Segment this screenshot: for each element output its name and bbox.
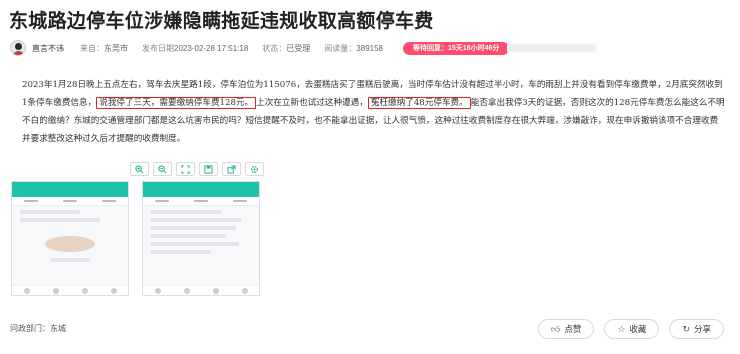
save-icon[interactable] [199,162,218,176]
dept-label: 问政部门： [10,324,50,333]
thumbs-up-icon: 👍︎ [550,323,561,334]
app-tabs [143,197,259,206]
status-label: 状态： [262,43,287,53]
image-toolbar [130,162,264,176]
empty-state-illustration [45,236,95,252]
department-info: 问政部门：东城 [10,323,66,334]
fullscreen-icon[interactable] [176,162,195,176]
star-icon: ☆ [617,323,626,334]
highlighted-text: 说我停了三天，需要缴纳停车费128元。 [96,97,257,109]
location-value: 东莞市 [104,43,128,53]
status-info: 状态：已受理 [262,43,310,54]
author-avatar[interactable] [10,40,26,56]
date-label: 发布日期 [142,43,174,53]
collect-button[interactable]: ☆ 收藏 [604,319,660,339]
placeholder-line [151,234,226,238]
share-icon: ↻ [682,323,690,334]
placeholder-line [20,218,100,222]
like-button[interactable]: 👍︎ 点赞 [537,319,595,339]
views-info: 阅读量：389158 [324,43,383,54]
share-label: 分享 [693,324,711,334]
dept-value[interactable]: 东城 [50,324,66,333]
placeholder-line [151,210,221,214]
article-body: 2023年1月28日晚上五点左右，驾车去庆星路1段，停车泊位为115076，去蛋… [22,76,726,148]
article-meta: 直言不讳 来自：东莞市 发布日期2023-02-28 17:51:18 状态：已… [10,38,598,58]
status-value: 已受理 [286,43,311,53]
like-label: 点赞 [564,324,582,334]
placeholder-line [50,258,90,262]
open-external-icon[interactable] [222,162,241,176]
app-tabs [12,197,128,206]
wait-reply-badge: 等待回复：15天18小时46分 [403,41,510,55]
views-label: 阅读量： [324,43,357,53]
wait-progress-track [507,44,598,52]
zoom-in-icon[interactable] [130,162,149,176]
zoom-out-icon[interactable] [153,162,172,176]
app-header [12,182,128,197]
publish-date: 发布日期2023-02-28 17:51:18 [142,43,248,54]
collect-label: 收藏 [629,324,647,334]
settings-icon[interactable] [245,162,264,176]
placeholder-line [151,226,236,230]
article-title: 东城路边停车位涉嫌隐瞒拖延违规收取高额停车费 [9,11,434,32]
placeholder-line [151,218,241,222]
app-bottom-bar [12,285,128,295]
share-button[interactable]: ↻ 分享 [669,319,724,339]
action-bar: 👍︎ 点赞 ☆ 收藏 ↻ 分享 [537,319,724,339]
placeholder-line [20,210,80,214]
body-segment: 上次在立新也试过这种遭遇， [256,98,368,108]
screenshot-image-2[interactable] [142,181,260,296]
placeholder-line [151,242,239,246]
app-header [143,182,259,197]
views-value: 389158 [356,43,383,53]
highlighted-text: 冤枉缴纳了48元停车费。 [367,97,471,109]
screenshot-image-1[interactable] [11,181,129,296]
app-bottom-bar [143,285,259,295]
date-value: 2023-02-28 17:51:18 [174,43,249,53]
location-info: 来自：东莞市 [80,43,128,54]
author-name[interactable]: 直言不讳 [32,43,64,54]
placeholder-line [151,250,211,254]
location-label: 来自： [80,43,104,53]
